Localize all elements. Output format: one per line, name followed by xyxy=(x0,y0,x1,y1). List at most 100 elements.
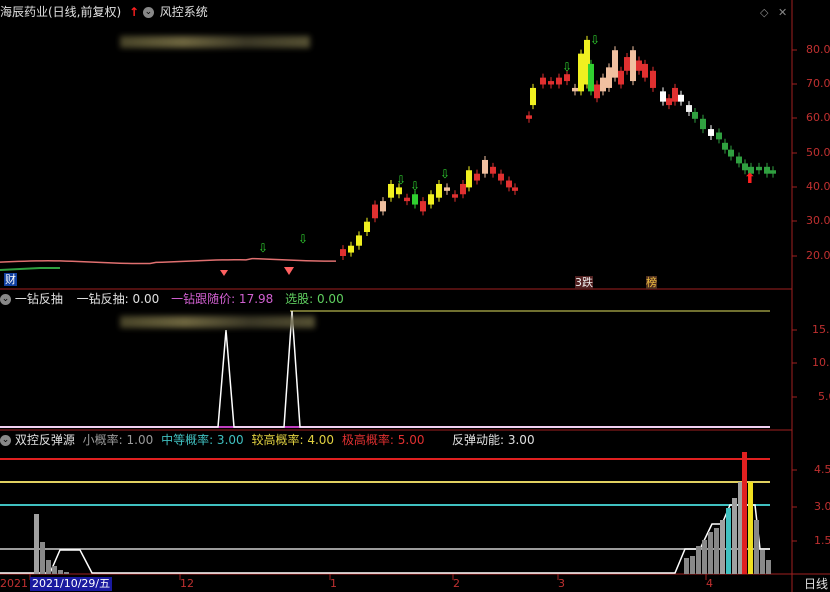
main-title-bar: 海辰药业(日线,前复权) ↑ ⌄ 风控系统 xyxy=(0,4,208,20)
down-arrow-icon: ⇩ xyxy=(562,60,572,74)
signal-spike xyxy=(0,310,770,428)
obscured-text xyxy=(120,36,310,48)
candle-body xyxy=(756,166,762,171)
candle-body xyxy=(700,118,706,130)
histogram-bar xyxy=(684,558,689,574)
candle-body xyxy=(716,132,722,140)
x-tick: 12 xyxy=(180,577,194,590)
candle-body xyxy=(466,170,472,188)
indicator-name[interactable]: 双控反弹源 xyxy=(15,433,75,447)
histogram-bar xyxy=(742,452,747,574)
candle-body xyxy=(630,50,636,82)
x-tick: 2 xyxy=(453,577,460,590)
signal-marker[interactable]: 榜 xyxy=(646,276,657,289)
candle-body xyxy=(578,53,584,92)
candle-body xyxy=(600,77,606,92)
candle-body xyxy=(612,50,618,78)
candle-body xyxy=(722,142,728,150)
candle-body xyxy=(636,60,642,71)
candle-body xyxy=(396,187,402,195)
candle-body xyxy=(650,70,656,88)
candle-body xyxy=(506,180,512,188)
candle-body xyxy=(770,170,776,174)
candle-body xyxy=(742,163,748,171)
cursor-date: 2021/10/29/五 xyxy=(30,577,113,591)
candle-body xyxy=(340,249,346,256)
y-tick: 5.00 xyxy=(818,390,830,403)
candle-body xyxy=(428,194,434,205)
candle-body xyxy=(548,81,554,85)
histogram-bar xyxy=(748,482,753,574)
candle-body xyxy=(490,166,496,174)
candle-body xyxy=(606,67,612,88)
diamond-icon xyxy=(284,267,294,275)
candle-body xyxy=(678,94,684,102)
histogram-bar xyxy=(64,572,69,574)
y-tick: 4.5 xyxy=(814,463,830,476)
down-arrow-icon: ⇩ xyxy=(258,241,268,255)
candle-body xyxy=(594,84,600,99)
chevron-down-icon[interactable]: ⌄ xyxy=(0,435,11,446)
histogram-bar xyxy=(702,540,707,574)
histogram-bar xyxy=(754,520,759,574)
indicator-value: 选股: 0.00 xyxy=(285,292,344,306)
candle-body xyxy=(686,105,692,112)
year-prefix: 2021 xyxy=(0,577,28,590)
candle-body xyxy=(642,63,648,78)
candle-body xyxy=(588,63,594,92)
signal-marker[interactable]: 3跌 xyxy=(575,276,593,289)
y-tick: 60.00 xyxy=(806,111,830,124)
obscured-text xyxy=(120,316,315,328)
candle-body xyxy=(526,115,532,119)
histogram-bar xyxy=(46,560,51,574)
histogram-bar xyxy=(58,570,63,574)
candle-body xyxy=(728,149,734,157)
momentum-line xyxy=(0,504,770,574)
x-tick: 4 xyxy=(706,577,713,590)
x-tick: 3 xyxy=(558,577,565,590)
y-tick: 50.00 xyxy=(806,146,830,159)
y-tick: 15.00 xyxy=(812,323,830,336)
candle-body xyxy=(556,77,562,85)
formula-name[interactable]: 风控系统 xyxy=(160,5,208,19)
candle-body xyxy=(404,197,410,202)
panel2-title-bar: ⌄ 一钻反抽 一钻反抽: 0.00 一钻跟随价: 17.98 选股: 0.00 xyxy=(0,291,344,307)
candle-body xyxy=(564,74,570,82)
indicator-value: 一钻反抽: 0.00 xyxy=(76,292,160,306)
close-icon[interactable]: ✕ xyxy=(778,6,787,19)
price-line xyxy=(0,257,337,265)
candle-body xyxy=(666,98,672,106)
candle-body xyxy=(530,87,536,106)
candle-body xyxy=(412,194,418,205)
candle-body xyxy=(364,221,370,232)
period-selector[interactable]: 日线 xyxy=(804,577,828,591)
down-arrow-icon: ⇩ xyxy=(410,179,420,193)
chevron-down-icon[interactable]: ⌄ xyxy=(0,294,11,305)
histogram-bar xyxy=(766,560,771,574)
candle-body xyxy=(660,91,666,102)
y-tick: 40.00 xyxy=(806,180,830,193)
histogram-bar xyxy=(760,550,765,574)
indicator-value: 小概率: 1.00 xyxy=(82,433,154,447)
candle-body xyxy=(512,187,518,191)
x-tick: 1 xyxy=(330,577,337,590)
diamond-icon[interactable]: ◇ xyxy=(760,6,768,19)
up-arrow-icon: ⬆ xyxy=(744,171,756,187)
y-tick: 30.00 xyxy=(806,214,830,227)
chevron-down-icon[interactable]: ⌄ xyxy=(142,7,154,18)
candle-body xyxy=(452,194,458,198)
candle-body xyxy=(498,173,504,181)
candle-body xyxy=(618,70,624,85)
finance-marker[interactable]: 财 xyxy=(4,273,17,286)
indicator-name[interactable]: 一钻反抽 xyxy=(15,292,63,306)
indicator-value: 一钻跟随价: 17.98 xyxy=(171,292,274,306)
y-tick: 3.0 xyxy=(814,500,830,513)
y-tick: 1.5 xyxy=(814,534,830,547)
histogram-bar xyxy=(726,508,731,574)
histogram-bar xyxy=(40,542,45,574)
histogram-bar xyxy=(708,532,713,574)
histogram-bar xyxy=(52,566,57,574)
down-arrow-icon: ⇩ xyxy=(440,167,450,181)
candle-body xyxy=(624,57,630,71)
stock-title[interactable]: 海辰药业(日线,前复权) xyxy=(0,5,121,19)
